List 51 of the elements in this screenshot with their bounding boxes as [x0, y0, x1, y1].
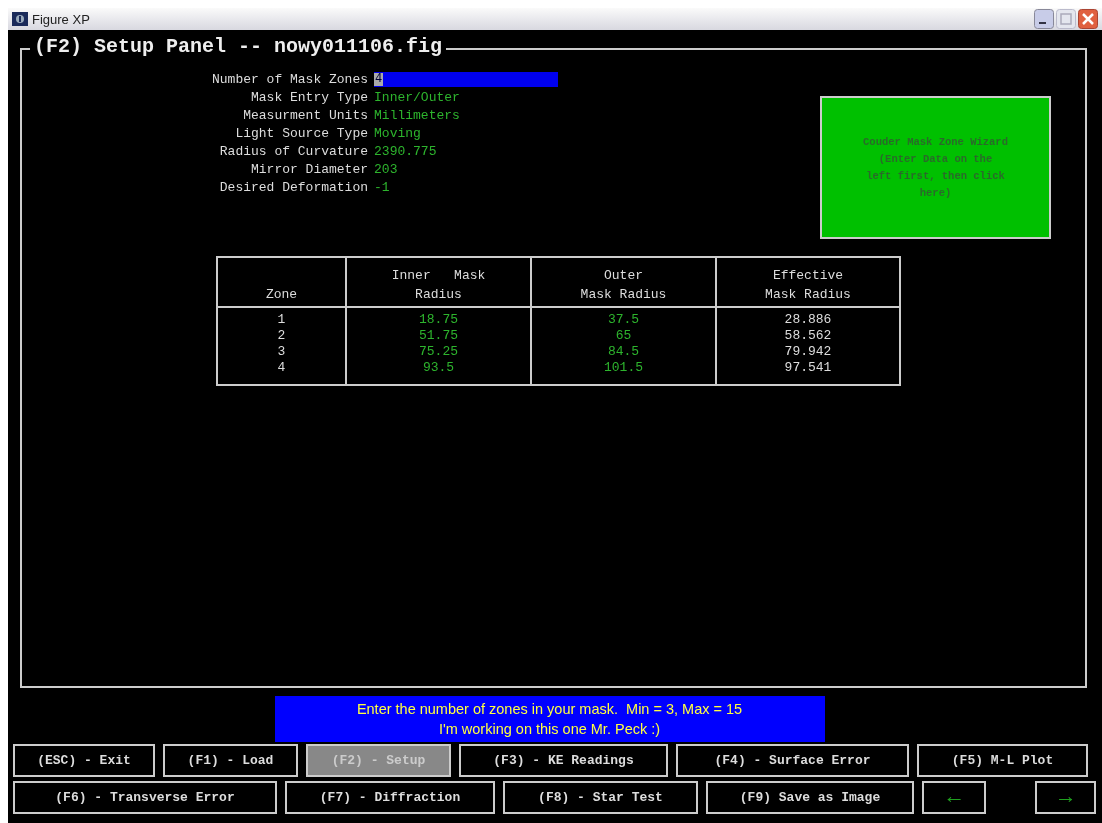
field-label: Mask Entry Type — [250, 90, 369, 105]
table-cell: 84.5 — [607, 344, 640, 359]
field-value: Inner/Outer — [374, 90, 461, 105]
field-value: 2390.775 — [374, 144, 438, 159]
table-cell: 75.25 — [419, 344, 458, 359]
field-label: Radius of Curvature — [218, 144, 369, 159]
function-button[interactable]: (F3) - KE Readings — [459, 744, 668, 777]
table-cell: 3 — [277, 344, 286, 359]
function-button[interactable]: (F9) Save as Image — [706, 781, 914, 814]
field-value: Millimeters — [374, 108, 461, 123]
column-header: Inner Mask Radius — [391, 268, 486, 302]
table-cell: 79.942 — [784, 344, 832, 359]
table-cell: 101.5 — [604, 360, 643, 375]
table-cell: 93.5 — [422, 360, 455, 375]
table-cell: 97.541 — [784, 360, 832, 375]
function-button[interactable]: (F7) - Diffraction — [285, 781, 495, 814]
arrow-button[interactable]: ← — [922, 781, 986, 814]
close-icon[interactable] — [1078, 9, 1098, 29]
hint-message: Enter the number of zones in your mask. Min = 3, Max = 15 I'm working on this one Mr. Peck :) — [274, 696, 825, 742]
input-field[interactable]: 4 — [374, 72, 559, 87]
field-label: Measurment Units — [242, 108, 369, 123]
function-button[interactable]: (F5) M-L Plot — [917, 744, 1088, 777]
field-label: Desired Deformation — [218, 180, 369, 195]
field-value: Moving — [374, 126, 422, 141]
field-value: -1 — [374, 180, 391, 195]
field-label: Number of Mask Zones — [212, 72, 369, 87]
function-button[interactable]: (F1) - Load — [163, 744, 298, 777]
minimize-icon[interactable] — [1034, 9, 1054, 29]
table-cell: 37.5 — [607, 312, 640, 327]
window-title: Figure XP — [32, 11, 90, 27]
table-cell: 51.75 — [419, 328, 458, 343]
table-cell: 4 — [277, 360, 286, 375]
function-button[interactable]: (F8) - Star Test — [503, 781, 698, 814]
field-label: Mirror Diameter — [250, 162, 369, 177]
table-cell: 1 — [277, 312, 286, 327]
function-button[interactable]: (ESC) - Exit — [13, 744, 155, 777]
table-cell: 18.75 — [419, 312, 458, 327]
column-header: Effective Mask Radius — [765, 268, 851, 302]
app-icon — [12, 12, 28, 26]
panel-title: (F2) Setup Panel -- nowy011106.fig — [30, 35, 447, 58]
table-cell: 58.562 — [784, 328, 832, 343]
table-cell: 28.886 — [784, 312, 832, 327]
column-header: Zone — [265, 287, 298, 302]
column-header: Outer Mask Radius — [580, 268, 667, 302]
function-button[interactable]: (F4) - Surface Error — [676, 744, 909, 777]
table-cell: 65 — [615, 328, 632, 343]
function-button[interactable]: (F6) - Transverse Error — [13, 781, 277, 814]
field-label: Light Source Type — [234, 126, 369, 141]
field-value: 203 — [374, 162, 399, 177]
arrow-button[interactable]: → — [1035, 781, 1096, 814]
table-cell: 2 — [277, 328, 286, 343]
